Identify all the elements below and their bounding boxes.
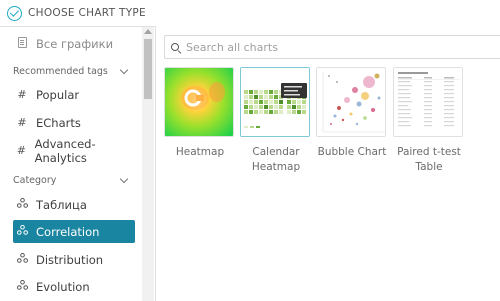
sidebar-item-label: Evolution (36, 279, 90, 294)
section-title: Category (13, 174, 57, 186)
heatmap-thumbnail (164, 67, 234, 137)
sidebar-item-label: Advanced-Analytics (34, 136, 96, 165)
sidebar-item-table[interactable]: Таблица (13, 193, 135, 216)
chart-card-label: Bubble Chart (317, 146, 387, 158)
scroll-up-arrow-icon[interactable] (144, 29, 152, 34)
paired-t-test-table-thumbnail (393, 67, 463, 137)
section-title: Recommended tags (13, 65, 108, 77)
chart-card-heatmap[interactable]: Heatmap (164, 67, 236, 160)
chart-card-label: Paired t-test Table (397, 146, 461, 173)
hash-icon: # (16, 144, 26, 157)
chart-card-label: Heatmap (175, 146, 225, 158)
sidebar-item-label: Таблица (36, 197, 87, 212)
calendar-heatmap-thumbnail (240, 67, 310, 137)
document-icon (16, 36, 28, 51)
hash-icon: # (17, 88, 27, 101)
chart-card-bubble-chart[interactable]: Bubble Chart (316, 67, 388, 160)
chart-search-box[interactable] (164, 35, 500, 59)
category-icon (16, 252, 28, 266)
sidebar-item-label: Popular (36, 87, 80, 102)
search-icon (171, 43, 179, 51)
hash-icon: # (17, 116, 27, 129)
sidebar-item-advanced-analytics[interactable]: # Advanced-Analytics (13, 136, 135, 165)
check-circle-icon (7, 5, 22, 21)
sidebar-item-all-charts[interactable]: Все графики (13, 32, 135, 55)
modal-header: CHOOSE CHART TYPE (0, 0, 500, 26)
category-icon (16, 279, 28, 293)
recommended-tags-header[interactable]: Recommended tags (13, 63, 133, 79)
chart-card-label: Calendar Heatmap (251, 146, 301, 173)
chart-type-sidebar: Все графики Recommended tags # Popular #… (0, 26, 156, 301)
category-icon (16, 197, 28, 211)
header-title: CHOOSE CHART TYPE (28, 7, 146, 19)
chevron-down-icon (119, 65, 129, 74)
category-header[interactable]: Category (13, 172, 133, 188)
sidebar-item-distribution[interactable]: Distribution (13, 248, 135, 271)
sidebar-item-label: Все графики (36, 36, 114, 51)
chart-card-calendar-heatmap[interactable]: Calendar Heatmap (240, 67, 312, 175)
sidebar-item-echarts[interactable]: # ECharts (13, 111, 135, 134)
sidebar-item-correlation[interactable]: Correlation (13, 220, 135, 243)
sidebar-item-label: Correlation (36, 224, 100, 239)
sidebar-scrollbar-thumb[interactable] (144, 39, 152, 99)
chevron-down-icon (119, 174, 129, 183)
chart-card-paired-t-test-table[interactable]: Paired t-test Table (393, 67, 465, 175)
sidebar-item-evolution[interactable]: Evolution (13, 275, 135, 298)
search-input[interactable] (186, 40, 486, 54)
sidebar-item-popular[interactable]: # Popular (13, 83, 135, 106)
category-icon (16, 224, 28, 238)
sidebar-item-label: ECharts (36, 115, 81, 130)
bubble-chart-thumbnail (316, 67, 386, 137)
sidebar-item-label: Distribution (36, 252, 104, 267)
